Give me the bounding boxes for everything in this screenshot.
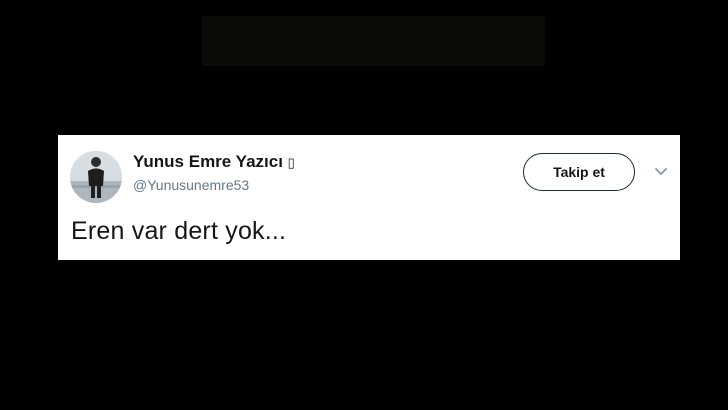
author-handle[interactable]: @Yunusunemre53 — [133, 177, 249, 193]
avatar[interactable] — [70, 151, 122, 203]
chevron-down-icon[interactable] — [654, 165, 668, 177]
author-name[interactable]: Yunus Emre Yazıcı ▯ — [133, 152, 295, 172]
author-name-text: Yunus Emre Yazıcı — [133, 152, 283, 171]
avatar-photo — [70, 151, 122, 203]
follow-button[interactable]: Takip et — [523, 153, 635, 191]
tweet-card: Yunus Emre Yazıcı ▯ @Yunusunemre53 Takip… — [58, 135, 680, 260]
top-banner — [202, 16, 545, 66]
tweet-text: Eren var dert yok... — [71, 217, 287, 245]
name-suffix-glyph: ▯ — [287, 155, 295, 170]
